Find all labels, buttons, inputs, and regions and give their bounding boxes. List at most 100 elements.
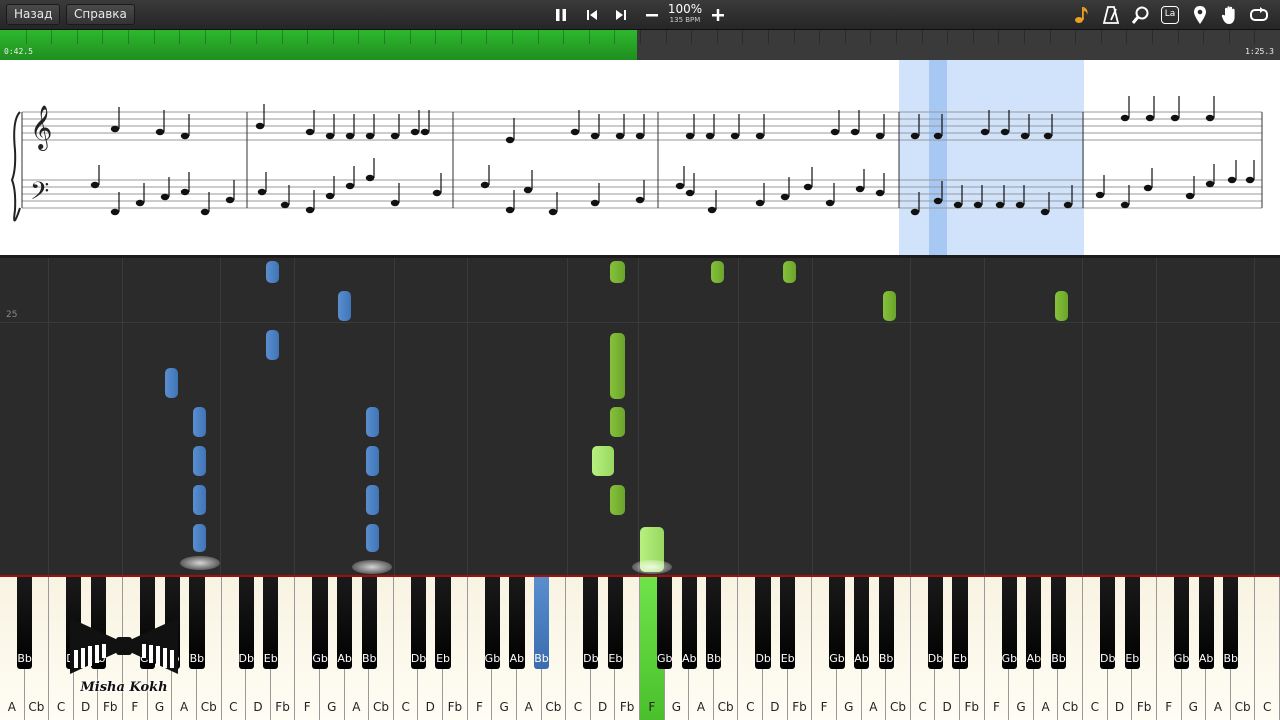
black-key[interactable]: Db — [583, 577, 599, 669]
left-hand-note — [366, 524, 379, 552]
black-key[interactable]: Gb — [829, 577, 845, 669]
roll-grid-line — [294, 258, 295, 578]
key-label: A — [524, 700, 533, 714]
hand-icon[interactable] — [1219, 4, 1241, 26]
black-key[interactable]: Bb — [878, 577, 894, 669]
black-key[interactable]: Bb — [189, 577, 205, 669]
measure-number: 25 — [6, 310, 18, 320]
black-key[interactable]: Gb — [1001, 577, 1017, 669]
note-head — [432, 189, 442, 197]
skip-back-icon[interactable] — [582, 5, 602, 25]
key-label: C — [401, 700, 410, 714]
black-key[interactable]: Eb — [263, 577, 279, 669]
location-pin-icon[interactable] — [1189, 4, 1211, 26]
staff-brace — [10, 111, 21, 222]
roll-grid-line — [638, 258, 639, 578]
note-head — [1120, 201, 1130, 209]
black-key[interactable]: Bb — [1050, 577, 1067, 669]
black-key[interactable]: Eb — [607, 577, 623, 669]
back-button[interactable]: Назад — [6, 4, 61, 25]
note-head — [548, 208, 558, 216]
note-head — [705, 132, 715, 140]
note-head — [850, 128, 860, 136]
black-key[interactable]: Eb — [435, 577, 451, 669]
key-label: Fb — [275, 700, 290, 714]
black-key[interactable]: Bb — [1223, 577, 1239, 669]
timeline-tick — [1177, 30, 1179, 44]
black-key[interactable]: Ab — [1026, 577, 1042, 669]
roll-grid-line — [467, 258, 468, 578]
magnifier-icon[interactable] — [1130, 4, 1152, 26]
black-key[interactable]: Eb — [780, 577, 796, 669]
note-head — [910, 208, 920, 216]
key-label: Eb — [436, 652, 451, 665]
help-button[interactable]: Справка — [66, 4, 135, 25]
key-label: Db — [927, 652, 944, 665]
black-key[interactable]: Db — [410, 577, 426, 669]
note-head — [1015, 201, 1025, 209]
timeline-tick — [332, 30, 334, 44]
black-key[interactable]: Eb — [952, 577, 968, 669]
key-label: Bb — [534, 652, 549, 665]
black-key[interactable]: Ab — [681, 577, 697, 669]
key-label: D — [597, 700, 608, 714]
metronome-icon[interactable] — [1100, 4, 1122, 26]
skip-forward-icon[interactable] — [611, 5, 631, 25]
timeline-tick — [281, 30, 283, 44]
loop-icon[interactable] — [1248, 4, 1270, 26]
note-head — [615, 132, 625, 140]
note-head — [1063, 201, 1073, 209]
black-key[interactable]: Bb — [533, 577, 550, 669]
key-label: Ab — [1026, 652, 1042, 665]
note-head — [180, 132, 190, 140]
minus-icon[interactable] — [642, 5, 662, 25]
black-key[interactable]: Db — [238, 577, 254, 669]
key-label: Ab — [337, 652, 352, 665]
note-head — [390, 199, 400, 207]
key-label: Bb — [189, 652, 205, 665]
black-key[interactable]: Bb — [706, 577, 722, 669]
key-labels-icon[interactable]: La — [1159, 4, 1181, 26]
right-hand-note — [610, 333, 625, 399]
bow-tie-piano-logo — [70, 618, 178, 674]
black-key[interactable]: Gb — [484, 577, 501, 669]
note-head — [1043, 132, 1053, 140]
black-key[interactable]: Db — [927, 577, 944, 669]
black-key[interactable]: Bb — [361, 577, 377, 669]
key-label: Ab — [681, 652, 697, 665]
black-key[interactable]: Db — [1100, 577, 1116, 669]
key-label: Bb — [17, 652, 32, 665]
black-key[interactable]: Ab — [509, 577, 525, 669]
key-label: Bb — [878, 652, 894, 665]
black-key[interactable]: Gb — [312, 577, 328, 669]
timeline-scrubber[interactable]: 0:42.5 1:25.3 — [0, 30, 1280, 60]
bass-clef: 𝄢 — [30, 177, 49, 212]
black-key[interactable]: Gb — [656, 577, 673, 669]
key-hit-glow — [632, 560, 672, 574]
key-label: D — [770, 700, 780, 714]
note-icon[interactable] — [1071, 4, 1093, 26]
note-head — [830, 128, 840, 136]
white-key[interactable]: C — [1255, 577, 1280, 720]
roll-grid-line — [1254, 258, 1255, 578]
plus-icon[interactable] — [708, 5, 728, 25]
note-head — [160, 193, 170, 201]
note-head — [755, 132, 765, 140]
black-key[interactable]: Bb — [16, 577, 33, 669]
key-label: Gb — [484, 652, 501, 665]
black-key[interactable]: Db — [755, 577, 771, 669]
black-key[interactable]: Ab — [1198, 577, 1214, 669]
timeline-tick — [614, 30, 616, 44]
black-key[interactable]: Ab — [853, 577, 870, 669]
note-head — [953, 201, 963, 209]
black-key[interactable]: Ab — [336, 577, 353, 669]
note-head — [730, 132, 740, 140]
key-label: Cb — [200, 700, 217, 714]
pause-icon[interactable] — [551, 5, 571, 25]
timeline-tick — [1228, 30, 1230, 44]
note-head — [420, 128, 430, 136]
black-key[interactable]: Eb — [1124, 577, 1140, 669]
timeline-tick — [870, 30, 872, 44]
note-head — [755, 199, 765, 207]
black-key[interactable]: Gb — [1173, 577, 1189, 669]
